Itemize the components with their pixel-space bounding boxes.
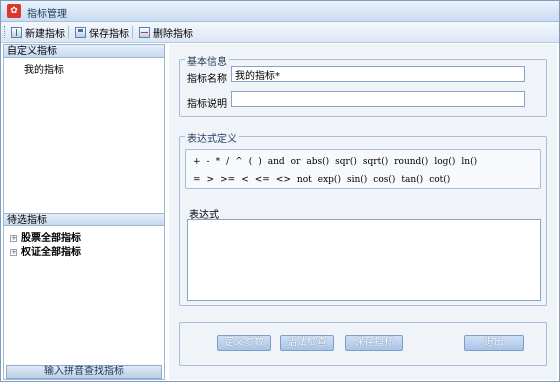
- basic-info-legend: 基本信息: [185, 53, 229, 68]
- operator-token[interactable]: or: [291, 157, 301, 167]
- operator-token[interactable]: sqrt(): [363, 157, 388, 167]
- expression-input[interactable]: [187, 219, 541, 301]
- new-document-icon: [11, 26, 22, 38]
- pinyin-search-button[interactable]: 输入拼音查找指标: [6, 365, 162, 379]
- operator-token[interactable]: (: [249, 157, 253, 167]
- operator-token[interactable]: =: [193, 175, 201, 185]
- operator-token[interactable]: >=: [220, 175, 235, 185]
- save-indicator-label: 保存指标: [89, 28, 129, 40]
- left-pane: 自定义指标 我的指标 待选指标 + 股票全部指标 + 权证全部指标 输入拼音查找指标: [3, 44, 165, 380]
- expand-plus-icon[interactable]: +: [10, 234, 17, 242]
- operator-token[interactable]: +: [193, 157, 201, 167]
- operator-token[interactable]: log(): [434, 157, 455, 167]
- window-title: 指标管理: [27, 9, 67, 20]
- indicator-name-input[interactable]: [231, 66, 525, 82]
- operator-token[interactable]: round(): [394, 157, 428, 167]
- operator-token[interactable]: tan(): [401, 175, 423, 185]
- operator-token[interactable]: cot(): [429, 175, 450, 185]
- operator-token[interactable]: /: [226, 157, 229, 167]
- editor-pane: 基本信息 指标名称 指标说明 表达式定义 +-* / ^ () andor abs() sq…: [169, 44, 557, 380]
- operator-token[interactable]: exp(): [318, 175, 341, 185]
- operator-row-2: = > >= < <= <> not exp() sin() cos() tan() cot(): [193, 175, 456, 185]
- operator-token[interactable]: not: [297, 175, 312, 185]
- app-logo-icon: ✿: [7, 4, 21, 18]
- indicator-description-input[interactable]: [231, 91, 525, 107]
- operator-token[interactable]: sqr(): [335, 157, 357, 167]
- operator-token[interactable]: ln(): [461, 157, 477, 167]
- description-label: 指标说明: [187, 99, 227, 110]
- tree-item-label: 权证全部指标: [21, 247, 81, 258]
- operator-token[interactable]: >: [207, 175, 215, 185]
- name-label: 指标名称: [187, 74, 227, 85]
- define-params-button[interactable]: 定义参数: [217, 335, 271, 351]
- operator-token[interactable]: <=: [255, 175, 270, 185]
- delete-icon: [139, 26, 150, 38]
- exit-button[interactable]: 退出: [464, 335, 524, 351]
- tree-item-warrant-indicators[interactable]: + 权证全部指标: [10, 243, 81, 258]
- toolbar-separator: [132, 26, 133, 38]
- expand-plus-icon[interactable]: +: [10, 248, 17, 256]
- operator-token[interactable]: cos(): [373, 175, 395, 185]
- save-indicator-toolbar-button[interactable]: 保存指标: [75, 24, 129, 40]
- operator-token[interactable]: *: [216, 157, 221, 167]
- operator-token[interactable]: sin(): [347, 175, 367, 185]
- operator-token[interactable]: ^: [235, 157, 243, 167]
- save-disk-icon: [75, 26, 86, 38]
- tree-item-my-indicator[interactable]: 我的指标: [24, 61, 64, 76]
- candidate-indicators-header: 待选指标: [4, 213, 164, 226]
- operator-token[interactable]: abs(): [306, 157, 329, 167]
- new-indicator-label: 新建指标: [25, 28, 65, 40]
- indicator-manager-window: ✿ 指标管理 新建指标 保存指标 删除指标 自定义指标 我的指标 待选指标 + 股…: [0, 0, 560, 382]
- operator-token[interactable]: ): [258, 157, 262, 167]
- operator-row-1: + - * / ^ () and or abs() sqr() sqrt() round() log()…: [193, 157, 483, 167]
- custom-indicators-header: 自定义指标: [4, 45, 164, 58]
- toolbar: 新建指标 保存指标 删除指标: [1, 22, 559, 43]
- toolbar-grip[interactable]: [4, 26, 7, 38]
- new-indicator-button[interactable]: 新建指标: [11, 24, 65, 40]
- title-bar: ✿ 指标管理: [1, 1, 559, 22]
- syntax-check-button[interactable]: 语法检查: [280, 335, 334, 351]
- delete-indicator-button[interactable]: 删除指标: [139, 24, 193, 40]
- operator-token[interactable]: <>: [276, 175, 291, 185]
- delete-indicator-label: 删除指标: [153, 28, 193, 40]
- expression-legend: 表达式定义: [185, 130, 239, 145]
- toolbar-separator: [68, 26, 69, 38]
- operator-token[interactable]: <: [241, 175, 249, 185]
- tree-item-stock-indicators[interactable]: + 股票全部指标: [10, 229, 81, 244]
- operator-token[interactable]: -: [207, 157, 210, 167]
- operator-token[interactable]: and: [268, 157, 285, 167]
- save-indicator-button[interactable]: 保存指标: [345, 335, 403, 351]
